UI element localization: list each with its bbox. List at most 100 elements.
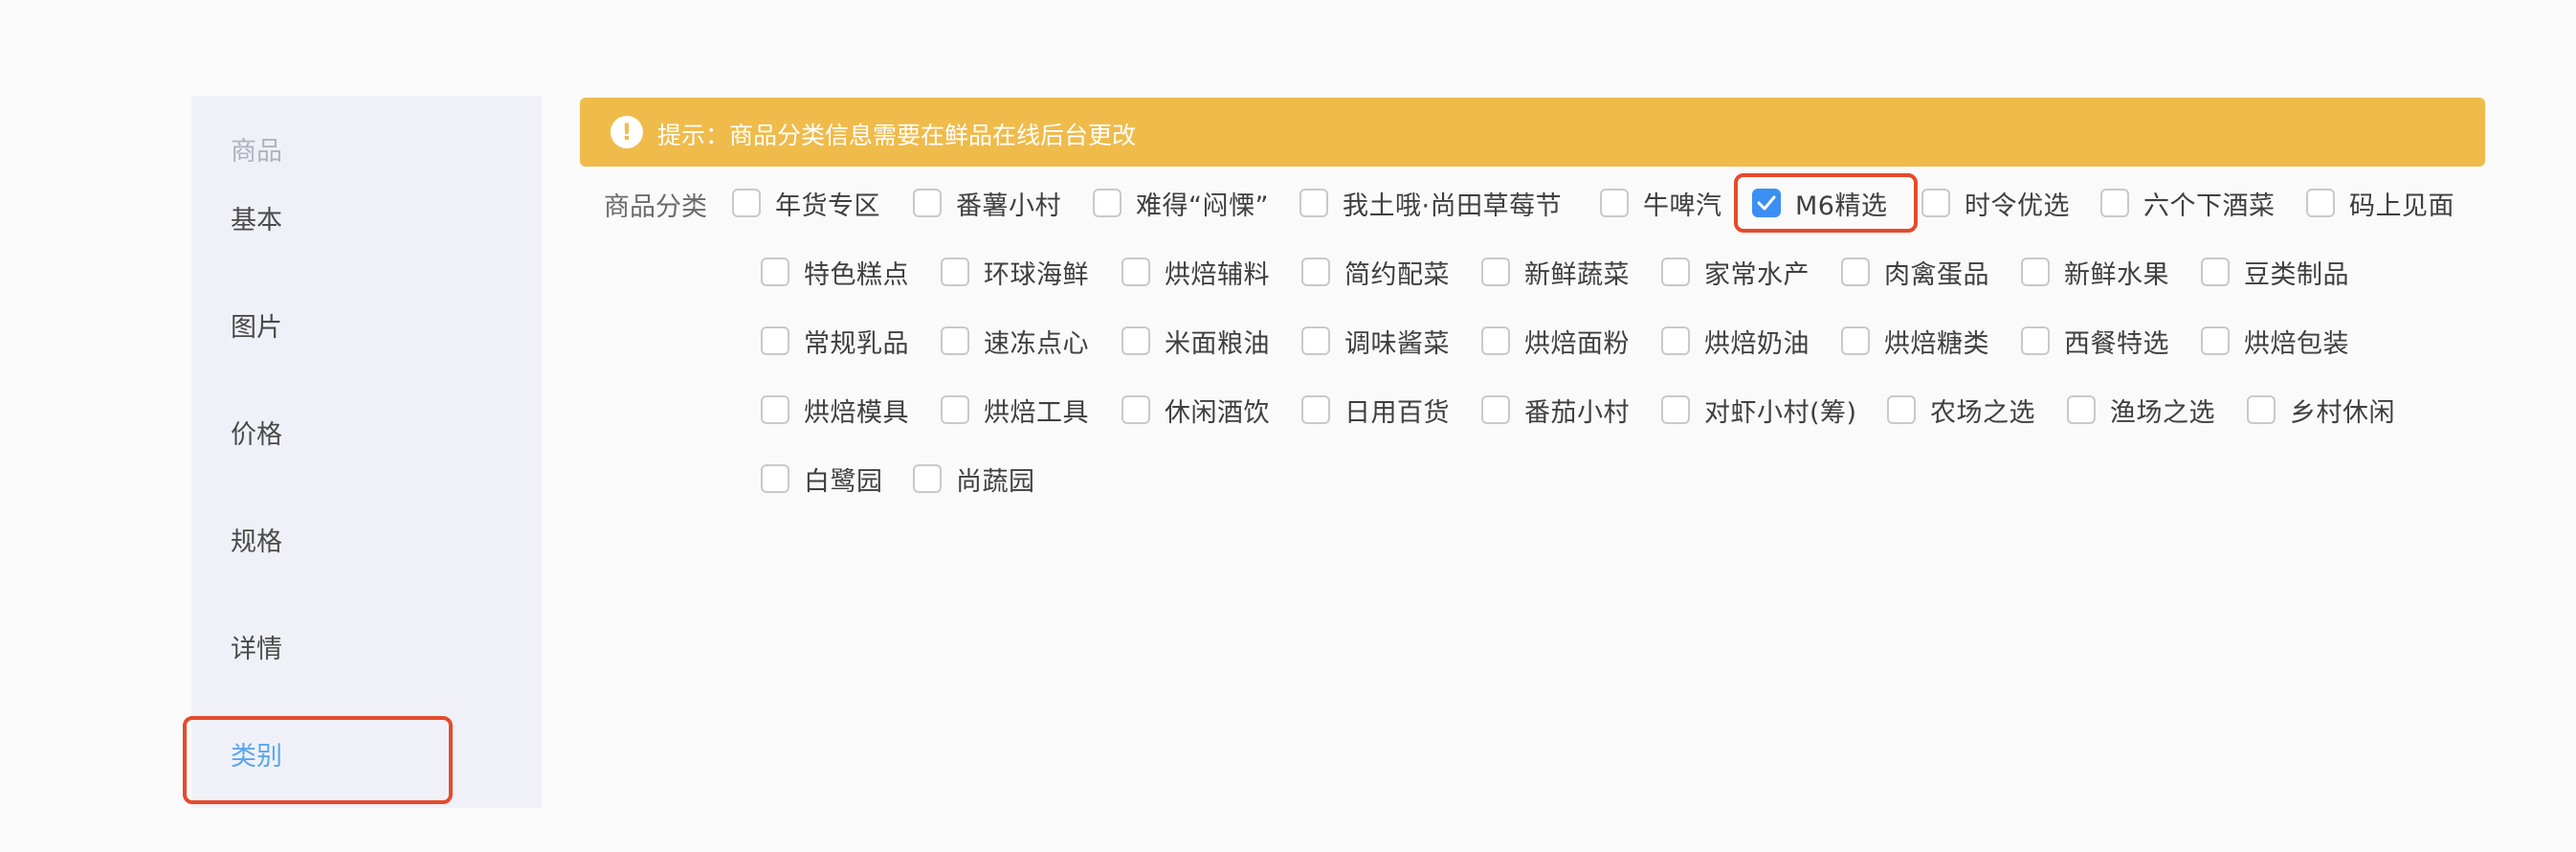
checkbox[interactable]	[1841, 258, 1870, 286]
category-option[interactable]: 简约配菜	[1301, 253, 1450, 291]
sidebar-item-price[interactable]: 价格	[231, 414, 282, 451]
highlight-box-category-nav	[183, 716, 453, 804]
checkbox[interactable]	[1600, 189, 1629, 217]
checkbox[interactable]	[761, 395, 789, 424]
category-option[interactable]: 烘焙糖类	[1841, 322, 1989, 360]
category-option-label: 六个下酒菜	[2143, 191, 2276, 221]
category-option-label: 速冻点心	[984, 328, 1089, 359]
category-option[interactable]: 家常水产	[1661, 253, 1810, 291]
category-option[interactable]: 烘焙辅料	[1121, 253, 1270, 291]
category-option[interactable]: 难得“闷慄”	[1093, 184, 1269, 222]
category-option[interactable]: 尚蔬园	[913, 460, 1035, 498]
category-option-label: 豆类制品	[2244, 259, 2349, 290]
checkbox[interactable]	[1921, 189, 1950, 217]
category-option-label: 时令优选	[1965, 191, 2070, 221]
checkbox[interactable]	[1661, 395, 1690, 424]
checkbox[interactable]	[1093, 189, 1121, 217]
category-option[interactable]: 特色糕点	[761, 253, 909, 291]
category-option-label: 我土哦·尚田草莓节	[1343, 191, 1563, 221]
checkbox[interactable]	[732, 189, 761, 217]
category-option[interactable]: 我土哦·尚田草莓节	[1299, 184, 1562, 222]
category-option[interactable]: 新鲜水果	[2021, 253, 2169, 291]
checkbox[interactable]	[1301, 326, 1330, 355]
category-option-label: 调味酱菜	[1344, 328, 1450, 359]
highlight-box-selected-option	[1734, 173, 1918, 233]
category-option[interactable]: 日用百货	[1301, 391, 1450, 429]
category-option[interactable]: 对虾小村(筹)	[1661, 391, 1857, 429]
category-option[interactable]: 调味酱菜	[1301, 322, 1450, 360]
category-option-label: 特色糕点	[804, 259, 909, 290]
category-option-label: 码上见面	[2349, 191, 2454, 221]
category-option[interactable]: 年货专区	[732, 184, 880, 222]
category-option[interactable]: 番茄小村	[1481, 391, 1630, 429]
category-option[interactable]: 烘焙包装	[2201, 322, 2349, 360]
category-option[interactable]: 码上见面	[2306, 184, 2454, 222]
category-option[interactable]: 烘焙面粉	[1481, 322, 1630, 360]
checkbox[interactable]	[2247, 395, 2276, 424]
category-option[interactable]: 西餐特选	[2021, 322, 2169, 360]
checkbox[interactable]	[941, 258, 969, 286]
checkbox[interactable]	[913, 189, 942, 217]
category-option-label: 日用百货	[1344, 397, 1450, 428]
checkbox[interactable]	[1121, 326, 1150, 355]
checkbox[interactable]	[2021, 326, 2050, 355]
checkbox[interactable]	[2306, 189, 2335, 217]
checkbox[interactable]	[2201, 258, 2230, 286]
sidebar-item-details[interactable]: 详情	[231, 628, 282, 665]
checkbox[interactable]	[1887, 395, 1916, 424]
checkbox[interactable]	[1301, 258, 1330, 286]
checkbox[interactable]	[1121, 258, 1150, 286]
checkbox[interactable]	[2021, 258, 2050, 286]
category-option[interactable]: 速冻点心	[941, 322, 1089, 360]
category-option[interactable]: 烘焙奶油	[1661, 322, 1810, 360]
checkbox[interactable]	[1301, 395, 1330, 424]
sidebar-item-specs[interactable]: 规格	[231, 521, 282, 558]
checkbox[interactable]	[2100, 189, 2129, 217]
checkbox[interactable]	[761, 326, 789, 355]
checkbox[interactable]	[1121, 395, 1150, 424]
exclamation-icon: !	[611, 116, 643, 148]
category-option[interactable]: 肉禽蛋品	[1841, 253, 1989, 291]
category-option-label: 烘焙辅料	[1165, 259, 1270, 290]
hint-banner: ! 提示：商品分类信息需要在鲜品在线后台更改	[580, 98, 2485, 167]
checkbox[interactable]	[1299, 189, 1328, 217]
checkbox[interactable]	[1481, 395, 1510, 424]
checkbox[interactable]	[941, 326, 969, 355]
checkbox[interactable]	[1481, 258, 1510, 286]
checkbox[interactable]	[1481, 326, 1510, 355]
category-option[interactable]: 新鲜蔬菜	[1481, 253, 1630, 291]
category-option[interactable]: 时令优选	[1921, 184, 2070, 222]
category-option-label: 番茄小村	[1524, 397, 1630, 428]
category-option[interactable]: 农场之选	[1887, 391, 2035, 429]
category-option[interactable]: 乡村休闲	[2247, 391, 2395, 429]
category-option-label: 乡村休闲	[2290, 397, 2395, 428]
category-option[interactable]: 环球海鲜	[941, 253, 1089, 291]
category-option[interactable]: 烘焙模具	[761, 391, 909, 429]
category-option[interactable]: 六个下酒菜	[2100, 184, 2276, 222]
category-option[interactable]: 渔场之选	[2067, 391, 2215, 429]
checkbox[interactable]	[2201, 326, 2230, 355]
category-option[interactable]: 常规乳品	[761, 322, 909, 360]
category-option[interactable]: 白鹭园	[761, 460, 883, 498]
category-option[interactable]: 牛啤汽	[1600, 184, 1722, 222]
checkbox[interactable]	[761, 258, 789, 286]
sidebar-item-basic[interactable]: 基本	[231, 199, 282, 236]
checkbox[interactable]	[941, 395, 969, 424]
sidebar-nav: 商品 基本 图片 价格 规格 详情 类别	[191, 96, 542, 808]
checkbox[interactable]	[1661, 258, 1690, 286]
sidebar-item-images[interactable]: 图片	[231, 306, 282, 344]
category-option[interactable]: 豆类制品	[2201, 253, 2349, 291]
category-option[interactable]: 休闲酒饮	[1121, 391, 1270, 429]
category-option-label: 米面粮油	[1165, 328, 1270, 359]
category-option[interactable]: 番薯小村	[913, 184, 1061, 222]
checkbox[interactable]	[2067, 395, 2096, 424]
category-option-label: 烘焙糖类	[1884, 328, 1989, 359]
category-option[interactable]: 烘焙工具	[941, 391, 1089, 429]
checkbox[interactable]	[913, 464, 942, 493]
checkbox[interactable]	[761, 464, 789, 493]
checkbox[interactable]	[1661, 326, 1690, 355]
category-option-label: 烘焙工具	[984, 397, 1089, 428]
checkbox[interactable]	[1841, 326, 1870, 355]
category-option-label: 对虾小村(筹)	[1704, 397, 1857, 428]
category-option[interactable]: 米面粮油	[1121, 322, 1270, 360]
